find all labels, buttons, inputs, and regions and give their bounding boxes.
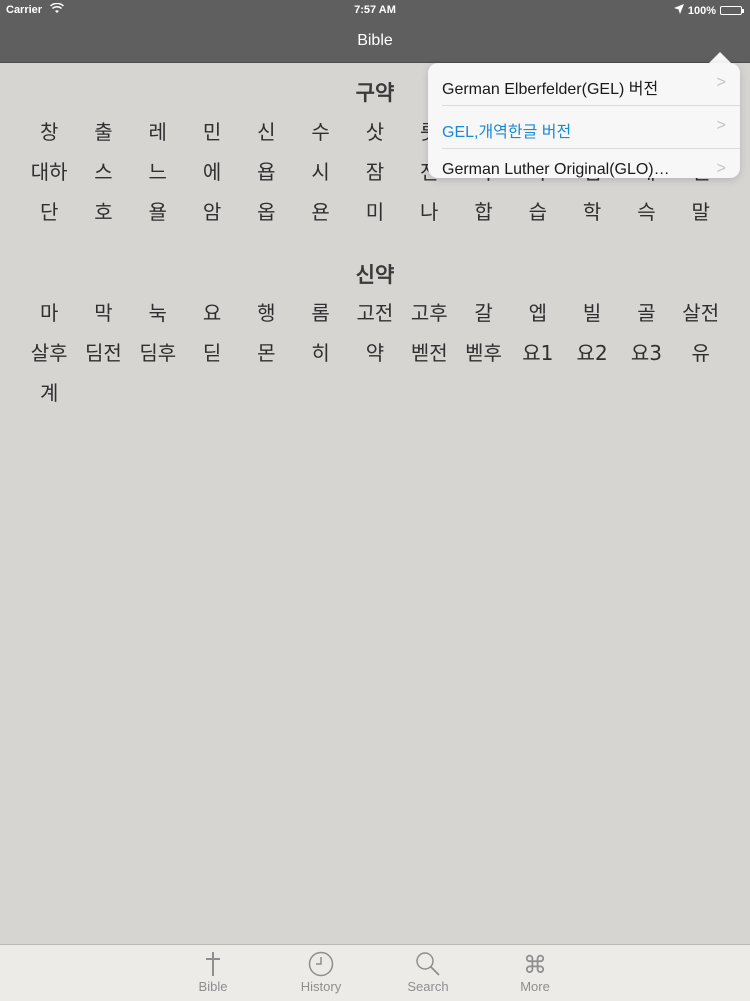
book-button[interactable]: 딤후 bbox=[131, 333, 185, 373]
book-button[interactable]: 창 bbox=[22, 112, 76, 152]
tab-label: Search bbox=[407, 979, 449, 994]
book-button[interactable]: 요1 bbox=[511, 333, 565, 373]
book-button[interactable]: 행 bbox=[239, 293, 293, 333]
tab-label: Bible bbox=[198, 979, 228, 994]
version-popover: German Elberfelder(GEL) 버전 > GEL,개역한글 버전… bbox=[428, 63, 740, 178]
version-option-label: German Luther Original(GLO)… bbox=[442, 161, 670, 178]
book-button[interactable]: 호 bbox=[76, 192, 130, 232]
version-option-gel[interactable]: German Elberfelder(GEL) 버전 > bbox=[428, 63, 740, 106]
book-button[interactable]: 슥 bbox=[619, 192, 673, 232]
book-button[interactable]: 출 bbox=[76, 112, 130, 152]
status-time: 7:57 AM bbox=[354, 4, 396, 16]
book-button[interactable]: 요2 bbox=[565, 333, 619, 373]
book-button[interactable]: 느 bbox=[131, 152, 185, 192]
book-button[interactable]: 딛 bbox=[185, 333, 239, 373]
search-icon bbox=[388, 951, 468, 979]
version-option-label: German Elberfelder(GEL) 버전 bbox=[442, 81, 659, 98]
book-button[interactable]: 갈 bbox=[456, 293, 510, 333]
book-button[interactable]: 마 bbox=[22, 293, 76, 333]
book-button[interactable]: 롬 bbox=[293, 293, 347, 333]
book-button[interactable]: 빌 bbox=[565, 293, 619, 333]
book-button[interactable]: 막 bbox=[76, 293, 130, 333]
book-button[interactable]: 엡 bbox=[511, 293, 565, 333]
book-button[interactable]: 에 bbox=[185, 152, 239, 192]
book-button[interactable]: 말 bbox=[674, 192, 728, 232]
command-icon: ⌘ bbox=[523, 951, 547, 979]
version-option-gel-korean[interactable]: GEL,개역한글 버전 > bbox=[428, 106, 740, 149]
book-button[interactable]: 스 bbox=[76, 152, 130, 192]
book-button[interactable]: 합 bbox=[456, 192, 510, 232]
tab-bible[interactable]: Bible bbox=[173, 951, 253, 994]
book-button[interactable]: 학 bbox=[565, 192, 619, 232]
book-button[interactable]: 대하 bbox=[22, 152, 76, 192]
book-button[interactable]: 골 bbox=[619, 293, 673, 333]
book-button[interactable]: 나 bbox=[402, 192, 456, 232]
book-button[interactable]: 신 bbox=[239, 112, 293, 152]
tab-search[interactable]: Search bbox=[388, 951, 468, 994]
tab-history[interactable]: History bbox=[281, 951, 361, 994]
book-button[interactable]: 딤전 bbox=[76, 333, 130, 373]
book-button[interactable]: 암 bbox=[185, 192, 239, 232]
navigation-bar: Bible bbox=[0, 22, 750, 63]
status-bar: Carrier 7:57 AM 100% bbox=[0, 0, 750, 22]
book-button[interactable]: 히 bbox=[293, 333, 347, 373]
book-button[interactable]: 벧전 bbox=[402, 333, 456, 373]
version-option-glo[interactable]: German Luther Original(GLO)… > bbox=[428, 149, 740, 192]
book-button[interactable]: 수 bbox=[293, 112, 347, 152]
book-button[interactable]: 삿 bbox=[348, 112, 402, 152]
status-right: 100% bbox=[673, 4, 744, 17]
book-button[interactable]: 시 bbox=[293, 152, 347, 192]
tab-bar: Bible History Search ⌘ More bbox=[0, 944, 750, 1001]
book-button[interactable]: 요 bbox=[185, 293, 239, 333]
book-button[interactable]: 욜 bbox=[131, 192, 185, 232]
book-button[interactable]: 레 bbox=[131, 112, 185, 152]
book-button[interactable]: 고전 bbox=[348, 293, 402, 333]
battery-icon bbox=[720, 6, 744, 15]
book-button[interactable]: 살후 bbox=[22, 333, 76, 373]
battery-percent: 100% bbox=[687, 4, 716, 17]
chevron-right-icon: > bbox=[716, 117, 726, 134]
book-button[interactable]: 미 bbox=[348, 192, 402, 232]
book-button[interactable]: 약 bbox=[348, 333, 402, 373]
new-testament-title: 신약 bbox=[355, 263, 395, 287]
book-button[interactable]: 옵 bbox=[239, 192, 293, 232]
version-option-label: GEL,개역한글 버전 bbox=[442, 124, 572, 141]
book-button[interactable]: 욥 bbox=[239, 152, 293, 192]
tab-label: More bbox=[520, 979, 550, 994]
book-button[interactable]: 눅 bbox=[131, 293, 185, 333]
location-arrow-icon bbox=[673, 4, 684, 17]
book-button[interactable]: 고후 bbox=[402, 293, 456, 333]
chevron-right-icon: > bbox=[716, 160, 726, 177]
book-button[interactable]: 단 bbox=[22, 192, 76, 232]
book-button[interactable]: 습 bbox=[511, 192, 565, 232]
book-button[interactable]: 유 bbox=[674, 333, 728, 373]
new-testament-grid: 마 막 눅 요 행 롬 고전 고후 갈 엡 빌 골 살전살후 딤전 딤후 딛 몬 히 약 벧전 벧후 요1 요2 요3 유계 bbox=[22, 293, 728, 413]
book-button[interactable]: 민 bbox=[185, 112, 239, 152]
book-button[interactable]: 몬 bbox=[239, 333, 293, 373]
nav-title: Bible bbox=[357, 32, 393, 49]
book-button[interactable]: 살전 bbox=[674, 293, 728, 333]
cross-icon bbox=[173, 951, 253, 979]
tab-label: History bbox=[300, 979, 342, 994]
book-button[interactable]: 잠 bbox=[348, 152, 402, 192]
book-button[interactable]: 욘 bbox=[293, 192, 347, 232]
chevron-right-icon: > bbox=[716, 74, 726, 91]
clock-icon bbox=[281, 951, 361, 979]
tab-more[interactable]: ⌘ More bbox=[495, 951, 575, 994]
book-button[interactable]: 벧후 bbox=[456, 333, 510, 373]
book-button[interactable]: 계 bbox=[22, 373, 76, 413]
book-button[interactable]: 요3 bbox=[619, 333, 673, 373]
